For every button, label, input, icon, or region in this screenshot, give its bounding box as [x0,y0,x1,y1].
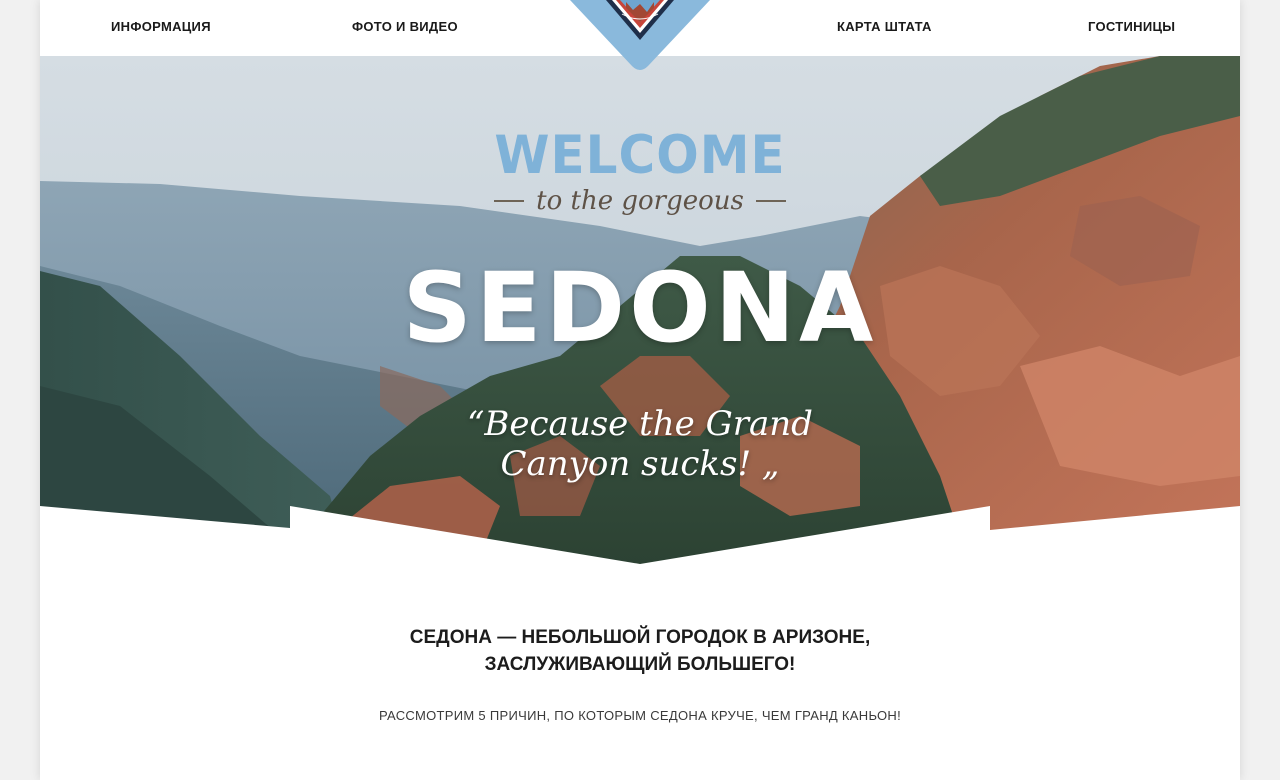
city-of-sedona-logo[interactable] [570,0,710,72]
intro-subline: РАССМОТРИМ 5 ПРИЧИН, ПО КОТОРЫМ СЕДОНА К… [378,708,902,723]
intro-headline: СЕДОНА — НЕБОЛЬШОЙ ГОРОДОК В АРИЗОНЕ, ЗА… [40,624,1240,678]
welcome-heading: WELCOME [494,124,786,186]
nav-item-info[interactable]: ИНФОРМАЦИЯ [111,19,211,34]
hero-bottom-divider [40,506,1240,580]
nav-item-photo-video[interactable]: ФОТО И ВИДЕО [352,19,458,34]
hero-title: SEDONA [402,252,878,364]
hero-subtitle: to the gorgeous [536,186,744,216]
nav-item-state-map[interactable]: КАРТА ШТАТА [837,19,932,34]
subtitle-row: to the gorgeous [40,184,1240,218]
hero-banner: WELCOME to the gorgeous SEDONA “Because … [40,56,1240,566]
right-dash-divider [755,200,786,202]
quote-line-1: “Because the Grand [467,404,813,444]
nav-item-hotels[interactable]: ГОСТИНИЦЫ [1088,19,1175,34]
hero-quote: “Because the Grand Canyon sucks! „ [40,404,1240,484]
page: ИНФОРМАЦИЯ ФОТО И ВИДЕО КАРТА ШТАТА ГОСТ… [40,0,1240,780]
left-dash-divider [494,200,525,202]
headline-line-1: СЕДОНА — НЕБОЛЬШОЙ ГОРОДОК В АРИЗОНЕ, [409,627,871,648]
headline-line-2: ЗАСЛУЖИВАЮЩИЙ БОЛЬШЕГО! [484,654,796,675]
quote-line-2: Canyon sucks! „ [500,444,780,484]
